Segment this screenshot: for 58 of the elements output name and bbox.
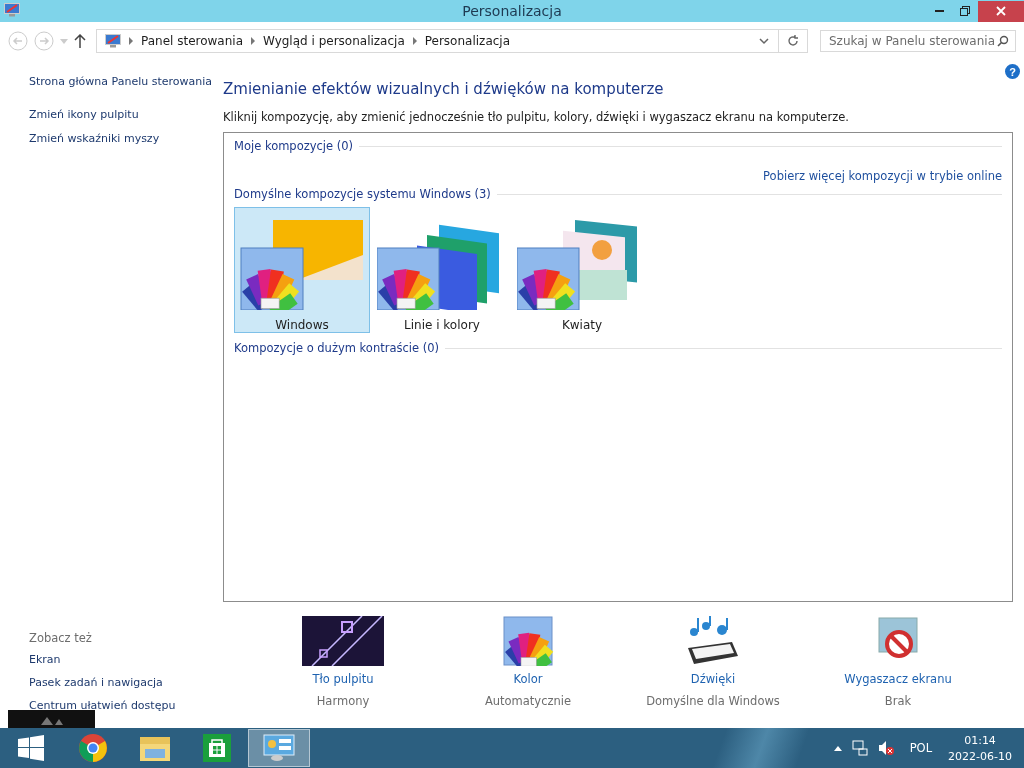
help-button[interactable]: ? [1005,64,1020,79]
breadcrumb[interactable]: Personalizacja [424,34,511,48]
browser-icon [78,733,108,763]
dropdown-icon[interactable] [757,36,771,46]
minimize-icon [934,10,944,12]
clock-time[interactable]: 01:14 [964,733,996,747]
preview-tab[interactable] [8,710,95,728]
sidebar-link[interactable]: Zmień ikony pulpitu [29,107,214,123]
address-bar[interactable]: Panel sterowania Wygląd i personalizacja Personalizacja [96,29,808,53]
control-panel-icon [263,734,295,762]
network-icon[interactable] [851,740,868,756]
setting-value: Harmony [316,694,370,708]
theme-item[interactable]: Windows [234,207,370,333]
windows-logo-icon [18,735,44,761]
section-title: Zobacz też [29,631,93,645]
setting-link[interactable]: Tło pulpitu [312,672,374,686]
muted-speaker-icon[interactable] [877,740,894,756]
setting-value: Domyślne dla Windows [646,694,780,708]
setting-link[interactable]: Dźwięki [690,672,736,686]
personalization-icon [105,34,121,48]
chevron-icon [411,37,418,45]
breadcrumb[interactable]: Wygląd i personalizacja [263,34,405,48]
chevron-up-icon[interactable] [833,745,842,751]
sidebar-link[interactable]: Centrum ułatwień dostępu [29,698,214,714]
theme-item[interactable]: Kwiaty [514,207,650,333]
close-icon [996,6,1006,16]
page-heading: Zmienianie efektów wizualnych i dźwięków na komputerze [223,80,665,98]
window-title: Personalizacja [462,3,562,19]
sidebar-link[interactable]: Zmień wskaźniki myszy [29,131,214,147]
restore-icon [960,6,970,16]
sidebar-link[interactable]: Strona główna Panelu sterowania [29,74,214,90]
setting-link[interactable]: Wygaszacz ekranu [844,672,952,686]
breadcrumb[interactable]: Panel sterowania [141,34,243,48]
clock-date[interactable]: 2022-06-10 [948,749,1012,763]
search-icon[interactable] [997,35,1009,47]
sidebar-link[interactable]: Ekran [29,652,214,668]
refresh-icon[interactable] [787,35,799,47]
wallpaper-thumbnail[interactable] [302,616,384,666]
folder-icon [139,734,171,762]
online-link[interactable]: Pobierz więcej kompozycji w trybie online [763,169,1002,183]
setting-link[interactable]: Kolor [513,672,543,686]
close-button[interactable] [978,0,1024,22]
sidebar-link[interactable]: Pasek zadań i nawigacja [29,675,214,691]
setting-value: Automatycznie [484,694,572,708]
theme-item[interactable]: Linie i kolory [374,207,510,333]
taskbar-button[interactable] [248,729,310,767]
group-title: Moje kompozycje (0) [234,139,354,153]
up-arrow-icon[interactable] [74,34,86,48]
shopping-bag-icon [203,734,231,762]
search-field[interactable]: Szukaj w Panelu sterowania [820,30,1016,52]
group-title: Domyślne kompozycje systemu Windows (3) [234,187,491,201]
setting-value: Brak [884,694,912,708]
chevron-icon [128,37,134,45]
chevron-icon [250,37,256,45]
group-title: Kompozycje o dużym kontraście (0) [234,341,439,355]
description: Kliknij kompozycję, aby zmienić jednocześnie tło pulpitu, kolory, dźwięki i wygaszacz ekranu na komputerze. [223,110,850,124]
language-indicator[interactable]: POL [909,741,933,755]
personalization-icon [4,2,20,17]
